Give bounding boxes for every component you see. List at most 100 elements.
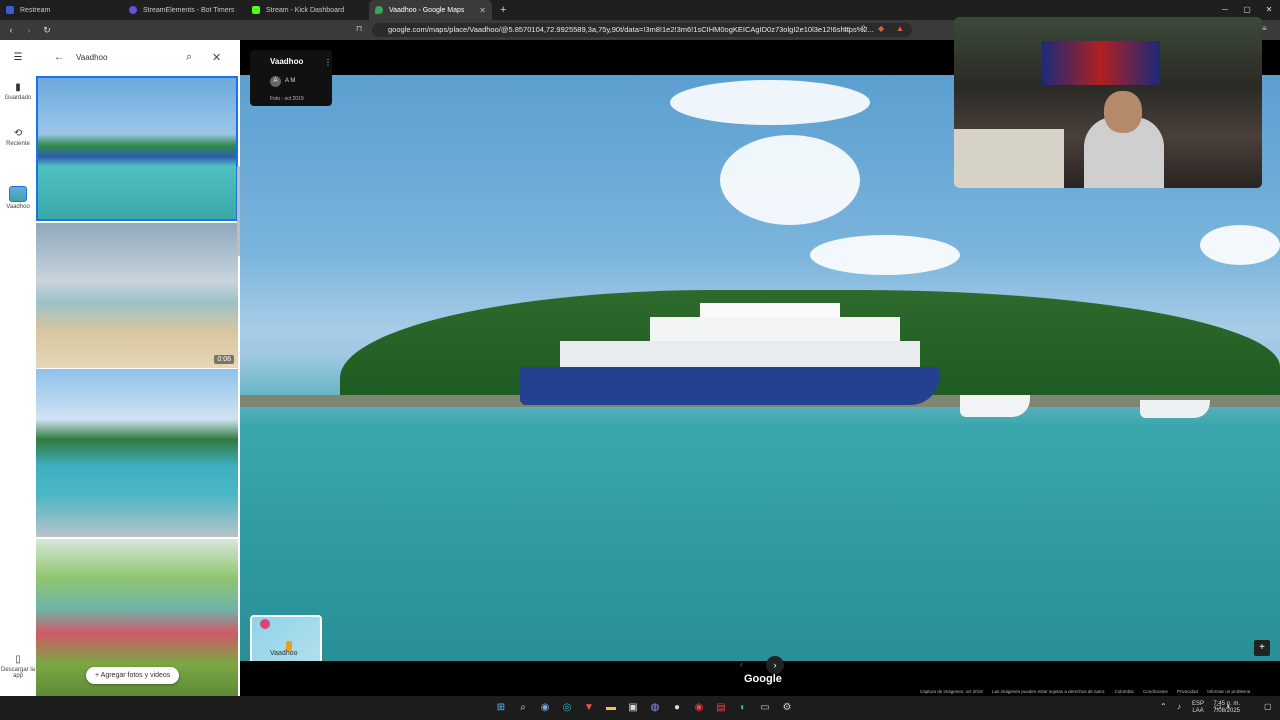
install-icon[interactable]: ▭	[843, 24, 851, 33]
photos-panel: ← Vaadhoo ⌕ ✕ 0:06 + Agregar fotos y vid…	[36, 40, 240, 696]
taskbar: ⊞ ⌕ ◉ ◎ ▼ ▬ ▣ ◍ ● ◉ ▤ ◐ ▭ ⚙ ⌃ ♪ ESP LAA ▭…	[0, 696, 1280, 720]
person-head	[1104, 91, 1142, 133]
brave-shield-icon[interactable]: ◆	[878, 24, 884, 33]
taskbar-apps: ⊞ ⌕ ◉ ◎ ▼ ▬ ▣ ◍ ● ◉ ▤ ◐ ▭ ⚙	[490, 700, 798, 716]
video-thumbnail[interactable]: 0:06	[36, 223, 238, 368]
avatar[interactable]: A	[270, 76, 281, 87]
rail-label: Guardado	[4, 95, 32, 101]
author-name[interactable]: A M	[285, 78, 295, 84]
small-boat	[960, 395, 1030, 417]
back-arrow-icon[interactable]: ←	[54, 52, 64, 63]
video-duration: 0:06	[214, 355, 234, 364]
place-thumbnail-icon	[9, 186, 27, 202]
bookmark-icon: ▮	[15, 82, 21, 93]
close-window-icon[interactable]: ✕	[1258, 0, 1280, 20]
boat-deck	[700, 303, 840, 317]
chevron-up-icon[interactable]: ⌃	[1160, 702, 1167, 711]
app-icon[interactable]: ▭	[754, 700, 776, 716]
rail-label: Vaadhoo	[6, 204, 30, 210]
small-boat	[1140, 400, 1210, 418]
cloud	[810, 235, 960, 275]
brave-icon[interactable]: ▼	[578, 700, 600, 716]
rail-label: Reciente	[6, 141, 30, 147]
streamelements-icon	[129, 6, 137, 14]
photo-thumbnail[interactable]	[36, 76, 238, 221]
cloud	[720, 135, 860, 225]
chrome-icon[interactable]: ◉	[688, 700, 710, 716]
boat-deck	[560, 341, 920, 367]
bed	[954, 129, 1064, 188]
rail-item-saved[interactable]: ▮ Guardado	[0, 82, 36, 101]
edge-icon[interactable]: ◎	[556, 700, 578, 716]
tab-streamelements[interactable]: StreamElements - Bot Timers	[123, 0, 246, 20]
phone-icon: ▯	[15, 654, 21, 665]
tab-kick-dashboard[interactable]: Stream - Kick Dashboard	[246, 0, 369, 20]
rail-label: Descargar la app	[0, 667, 35, 679]
photo-info-card: Vaadhoo ⋮ A A M Foto - oct 2019	[250, 50, 332, 106]
search-bar: ← Vaadhoo ⌕ ✕	[36, 40, 240, 76]
rail-item-vaadhoo[interactable]: Vaadhoo	[0, 186, 36, 210]
brave-rewards-icon[interactable]: ▲	[896, 24, 904, 33]
rail-item-download-app[interactable]: ▯ Descargar la app	[0, 654, 36, 679]
store-icon[interactable]: ▣	[622, 700, 644, 716]
close-icon[interactable]: ✕	[212, 51, 221, 64]
obs-icon[interactable]: ●	[666, 700, 688, 716]
copyright-note: Las imágenes pueden estar sujetas a dere…	[992, 689, 1106, 694]
search-icon[interactable]: ⌕	[512, 700, 534, 716]
next-photo-button[interactable]: ›	[766, 656, 784, 674]
rail-item-recent[interactable]: ⟲ Reciente	[0, 128, 36, 147]
minimap-label: Vaadhoo	[270, 650, 298, 657]
language-indicator[interactable]: ESP LAA	[1192, 701, 1204, 715]
boat-deck	[650, 317, 900, 341]
add-photos-label: Agregar fotos y videos	[100, 672, 171, 679]
back-icon[interactable]: ‹	[4, 25, 18, 35]
menu-icon[interactable]: ≡	[1262, 24, 1267, 33]
more-options-icon[interactable]: ⋮	[324, 58, 332, 67]
windows-start-icon[interactable]: ⊞	[490, 700, 512, 716]
menu-hamburger[interactable]: ☰	[0, 52, 36, 65]
settings-icon[interactable]: ⚙	[776, 700, 798, 716]
lang-bottom: LAA	[1192, 708, 1204, 714]
place-title: Vaadhoo	[270, 57, 304, 66]
region-link[interactable]: Colombia	[1115, 689, 1134, 694]
copilot-icon[interactable]: ◉	[534, 700, 556, 716]
privacy-link[interactable]: Privacidad	[1177, 689, 1198, 694]
search-input[interactable]: Vaadhoo	[76, 53, 107, 62]
bookmark-icon[interactable]: ⊓	[356, 24, 362, 33]
share-icon[interactable]: ⇪	[860, 24, 867, 33]
maps-left-rail: ☰ ▮ Guardado ⟲ Reciente Vaadhoo ▯ Descargar…	[0, 40, 36, 696]
tab-title: Stream - Kick Dashboard	[266, 6, 345, 14]
report-link[interactable]: Informar un problema	[1207, 689, 1250, 694]
app-icon[interactable]: ▤	[710, 700, 732, 716]
url-field[interactable]: google.com/maps/place/Vaadhoo/@5.8570104…	[372, 23, 912, 37]
new-tab-icon[interactable]: +	[500, 4, 506, 16]
file-explorer-icon[interactable]: ▬	[600, 700, 622, 716]
clock[interactable]: 7:45 p. m. 7/08/2025	[1213, 701, 1240, 715]
capture-date: Captura de imágenes: oct 2019	[920, 689, 983, 694]
terms-link[interactable]: Condiciones	[1143, 689, 1168, 694]
whatsapp-icon[interactable]: ◐	[732, 700, 754, 716]
photo-thumbnail[interactable]	[36, 369, 238, 537]
cloud	[1200, 225, 1280, 265]
reload-icon[interactable]: ↻	[40, 25, 54, 36]
notifications-icon[interactable]: ▢	[1264, 702, 1272, 711]
google-logo: Google	[744, 673, 782, 685]
tab-title: Vaadhoo - Google Maps	[389, 6, 465, 14]
map-marker-icon	[260, 619, 270, 629]
search-icon[interactable]: ⌕	[186, 51, 192, 64]
wall-flag	[1042, 41, 1160, 85]
discord-icon[interactable]: ◍	[644, 700, 666, 716]
tab-title: Restream	[20, 6, 51, 14]
tab-restream[interactable]: Restream	[0, 0, 123, 20]
webcam-overlay	[954, 17, 1262, 188]
microphone-icon[interactable]: ♪	[1177, 702, 1181, 711]
tab-google-maps[interactable]: Vaadhoo - Google Maps ✕	[369, 0, 492, 20]
previous-photo-icon[interactable]: ‹	[740, 659, 743, 669]
google-maps-icon	[375, 6, 383, 14]
viewer-bottom-bar: ‹ › Google Captura de imágenes: oct 2019…	[240, 656, 1280, 696]
forward-icon[interactable]: ›	[22, 25, 36, 35]
close-tab-icon[interactable]: ✕	[479, 6, 486, 15]
zoom-in-button[interactable]: +	[1254, 640, 1270, 656]
kick-icon	[252, 6, 260, 14]
add-photos-button[interactable]: + Agregar fotos y videos	[86, 667, 180, 684]
